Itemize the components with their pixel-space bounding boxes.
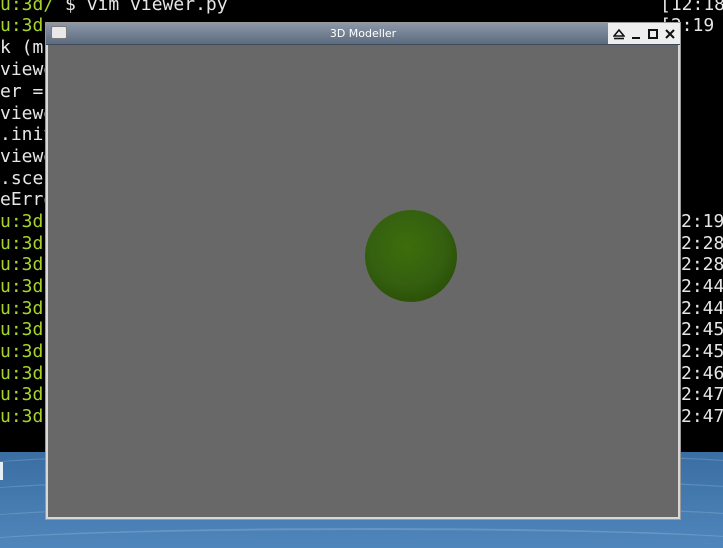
terminal-timestamp: 2:44 [681, 298, 723, 319]
window-controls [608, 23, 680, 44]
terminal-timestamp: 2:45 [681, 319, 723, 340]
terminal-timestamp: 2:47 [681, 406, 723, 427]
terminal-timestamp: 2:45 [681, 341, 723, 362]
window-titlebar[interactable]: 3D Modeller [46, 23, 680, 45]
terminal-prompt: u:3d [0, 384, 44, 405]
desktop-edge-fragment [0, 462, 3, 480]
shade-button[interactable] [612, 27, 626, 41]
terminal-line: er = [0, 81, 44, 102]
terminal-prompt: u:3d [0, 341, 44, 362]
3d-viewport[interactable] [48, 45, 678, 517]
shade-icon [612, 28, 625, 39]
sphere-object[interactable] [365, 210, 457, 302]
maximize-icon [647, 28, 658, 39]
terminal-timestamp: 2:28 [681, 254, 723, 275]
terminal-prompt: u:3d [0, 15, 44, 36]
terminal-timestamp: [12:18 [660, 0, 723, 15]
terminal-timestamp: 2:46 [681, 363, 723, 384]
wallpaper-wave [0, 528, 723, 548]
terminal-timestamp: 2:47 [681, 384, 723, 405]
terminal-prompt: u:3d [0, 363, 44, 384]
terminal-command: $ vim viewer.py [54, 0, 228, 15]
terminal-timestamp: 2:19 [681, 211, 723, 232]
minimize-icon [631, 36, 640, 39]
terminal-timestamp: 2:28 [681, 233, 723, 254]
maximize-button[interactable] [646, 27, 660, 41]
minimize-button[interactable] [629, 27, 643, 41]
terminal-prompt: u:3d [0, 406, 44, 427]
terminal-prompt: u:3d [0, 211, 44, 232]
terminal-prompt: u:3d [0, 254, 44, 275]
desktop-background: u:3d/ $ vim viewer.py u:3d k (m viewe er… [0, 0, 723, 548]
terminal-prompt: u:3d [0, 298, 44, 319]
terminal-timestamp: 2:44 [681, 276, 723, 297]
modeller-window[interactable]: 3D Modeller [45, 22, 681, 520]
terminal-line: u:3d/ $ vim viewer.py [0, 0, 228, 16]
terminal-line: k (m [0, 37, 44, 58]
terminal-prompt: u:3d [0, 276, 44, 297]
terminal-prompt: u:3d [0, 233, 44, 254]
terminal-prompt: u:3d/ [0, 0, 55, 15]
close-button[interactable] [663, 27, 677, 41]
close-icon [664, 28, 675, 39]
terminal-prompt: u:3d [0, 319, 44, 340]
window-title: 3D Modeller [329, 27, 397, 40]
